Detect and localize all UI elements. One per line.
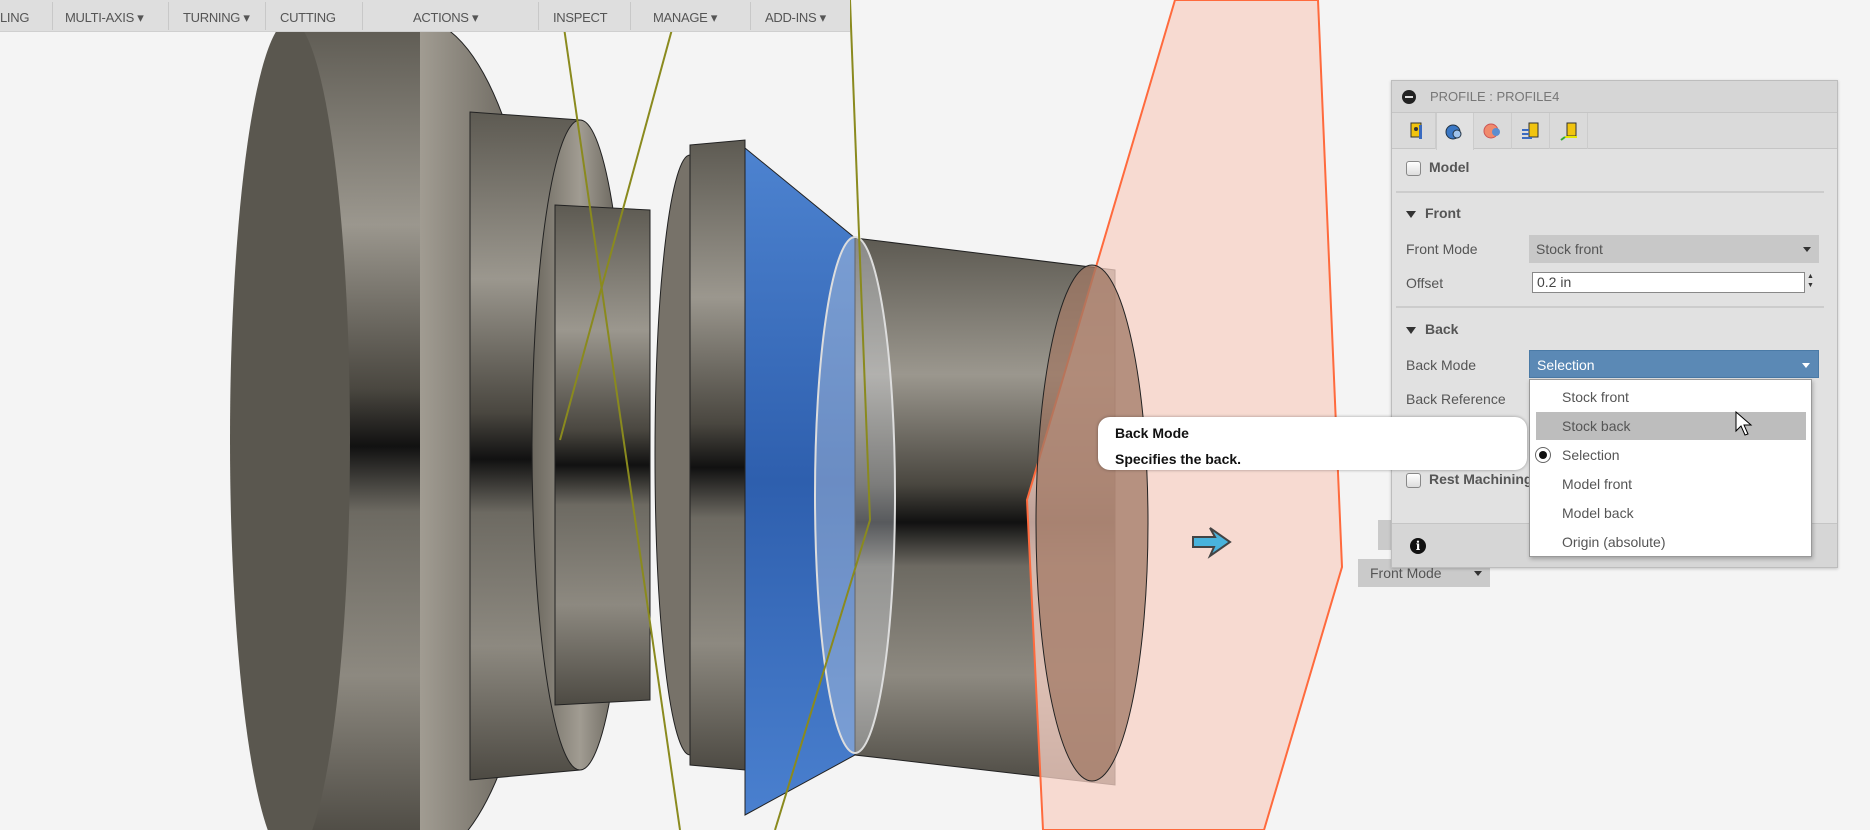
divider [362, 2, 363, 30]
rest-machining-label: Rest Machining [1429, 471, 1533, 487]
tab-actions[interactable]: ACTIONS ▾ [413, 10, 479, 26]
mouse-cursor-icon [1735, 411, 1753, 436]
tab-manage[interactable]: MANAGE ▾ [653, 10, 717, 26]
back-mode-value: Selection [1537, 357, 1595, 373]
back-mode-options-list: Stock front Stock back Selection Model f… [1529, 379, 1812, 557]
rest-machining-checkbox[interactable] [1406, 472, 1421, 488]
option-origin-absolute[interactable]: Origin (absolute) [1536, 528, 1806, 556]
tab-heights[interactable] [1474, 113, 1512, 149]
rest-machining-row[interactable]: Rest Machining [1406, 471, 1532, 488]
option-label: Selection [1562, 447, 1620, 463]
divider [750, 2, 751, 30]
front-mode-label: Front Mode [1406, 241, 1478, 257]
tab-milling[interactable]: LING [0, 10, 29, 25]
back-heading: Back [1425, 321, 1459, 337]
offset-input[interactable]: 0.2 in [1532, 272, 1805, 293]
front-mode-value: Stock front [1536, 241, 1603, 257]
tab-turning[interactable]: TURNING ▾ [183, 10, 250, 26]
chevron-down-icon [1802, 363, 1810, 368]
part-model[interactable] [230, 0, 1116, 830]
chevron-down-icon [1474, 571, 1482, 576]
model-label: Model [1429, 159, 1470, 175]
divider [168, 2, 169, 30]
back-mode-dropdown[interactable]: Selection [1529, 350, 1819, 378]
tab-linking[interactable] [1550, 113, 1588, 149]
tab-inspect[interactable]: INSPECT [553, 10, 608, 25]
tool-icon [1410, 122, 1422, 139]
collapse-triangle-icon [1406, 326, 1416, 334]
tab-geometry[interactable] [1436, 113, 1474, 150]
dialog-tabs [1392, 113, 1837, 150]
option-model-front[interactable]: Model front [1536, 470, 1806, 498]
tooltip-title: Back Mode [1115, 425, 1189, 441]
offset-stepper[interactable]: ▲ ▼ [1807, 272, 1817, 290]
model-checkbox[interactable] [1406, 160, 1421, 176]
option-label: Stock back [1562, 418, 1631, 434]
model-checkbox-row[interactable]: Model [1406, 159, 1469, 176]
end-face [1035, 264, 1149, 782]
back-reference-label: Back Reference [1406, 391, 1506, 407]
divider [630, 2, 631, 30]
front-section-header[interactable]: Front [1406, 205, 1461, 221]
divider [52, 2, 53, 30]
back-mode-label: Back Mode [1406, 357, 1477, 373]
tab-cutting[interactable]: CUTTING [280, 10, 336, 25]
tab-multi-axis[interactable]: MULTI-AXIS ▾ [65, 10, 144, 26]
tab-add-ins[interactable]: ADD-INS ▾ [765, 10, 826, 26]
passes-icon [1521, 122, 1538, 139]
option-stock-front[interactable]: Stock front [1536, 383, 1806, 411]
divider [538, 2, 539, 30]
selected-radio-icon [1535, 447, 1551, 463]
offset-label: Offset [1406, 275, 1444, 291]
back-section-header[interactable]: Back [1406, 321, 1458, 337]
divider [1396, 306, 1824, 308]
chevron-down-icon [1803, 247, 1811, 252]
option-selection[interactable]: Selection [1535, 441, 1806, 469]
front-mode-dropdown[interactable]: Stock front [1529, 235, 1819, 263]
collapse-triangle-icon [1406, 210, 1416, 218]
dialog-header: PROFILE : PROFILE4 [1392, 81, 1837, 113]
linking-icon [1559, 122, 1577, 141]
option-model-back[interactable]: Model back [1536, 499, 1806, 527]
divider [1396, 191, 1824, 193]
front-heading: Front [1425, 205, 1461, 221]
ribbon-toolbar: LING MULTI-AXIS ▾ TURNING ▾ CUTTING ACTI… [0, 0, 850, 32]
dialog-title: PROFILE : PROFILE4 [1430, 89, 1560, 104]
tooltip: Back Mode Specifies the back. [1098, 417, 1527, 470]
tab-passes[interactable] [1512, 113, 1550, 149]
geometry-icon [1445, 124, 1462, 139]
tab-tool[interactable] [1398, 113, 1436, 149]
collapse-icon[interactable] [1402, 89, 1416, 104]
info-icon[interactable]: i [1410, 538, 1426, 554]
heights-icon [1483, 123, 1500, 139]
divider [265, 2, 266, 30]
option-stock-back[interactable]: Stock back [1536, 412, 1806, 440]
tooltip-description: Specifies the back. [1115, 451, 1242, 467]
